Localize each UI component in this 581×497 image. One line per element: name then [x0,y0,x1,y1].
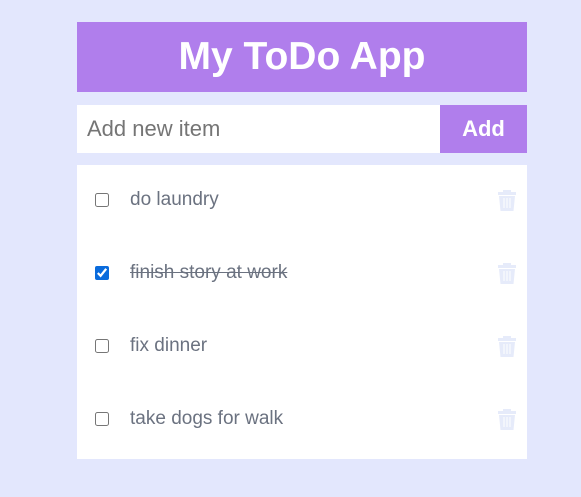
todo-item: fix dinner [77,331,527,361]
todo-label: fix dinner [130,335,208,356]
trash-icon[interactable] [497,261,517,285]
new-item-input[interactable] [77,105,440,153]
todo-checkbox[interactable] [95,193,109,207]
todo-item: take dogs for walk [77,404,527,434]
todo-item: do laundry [77,185,527,215]
todo-app: My ToDo App Add do laundry finish story … [77,22,527,459]
app-header: My ToDo App [77,22,527,92]
add-button[interactable]: Add [440,105,527,153]
todo-list: do laundry finish story at work fix dinn… [77,165,527,459]
add-item-form: Add [77,105,527,153]
todo-label: do laundry [130,189,219,210]
todo-item: finish story at work [77,258,527,288]
todo-checkbox[interactable] [95,412,109,426]
todo-checkbox[interactable] [95,339,109,353]
trash-icon[interactable] [497,188,517,212]
trash-icon[interactable] [497,334,517,358]
app-title: My ToDo App [178,35,426,78]
todo-checkbox[interactable] [95,266,109,280]
todo-label: finish story at work [130,262,288,283]
trash-icon[interactable] [497,407,517,431]
todo-label: take dogs for walk [130,408,284,429]
